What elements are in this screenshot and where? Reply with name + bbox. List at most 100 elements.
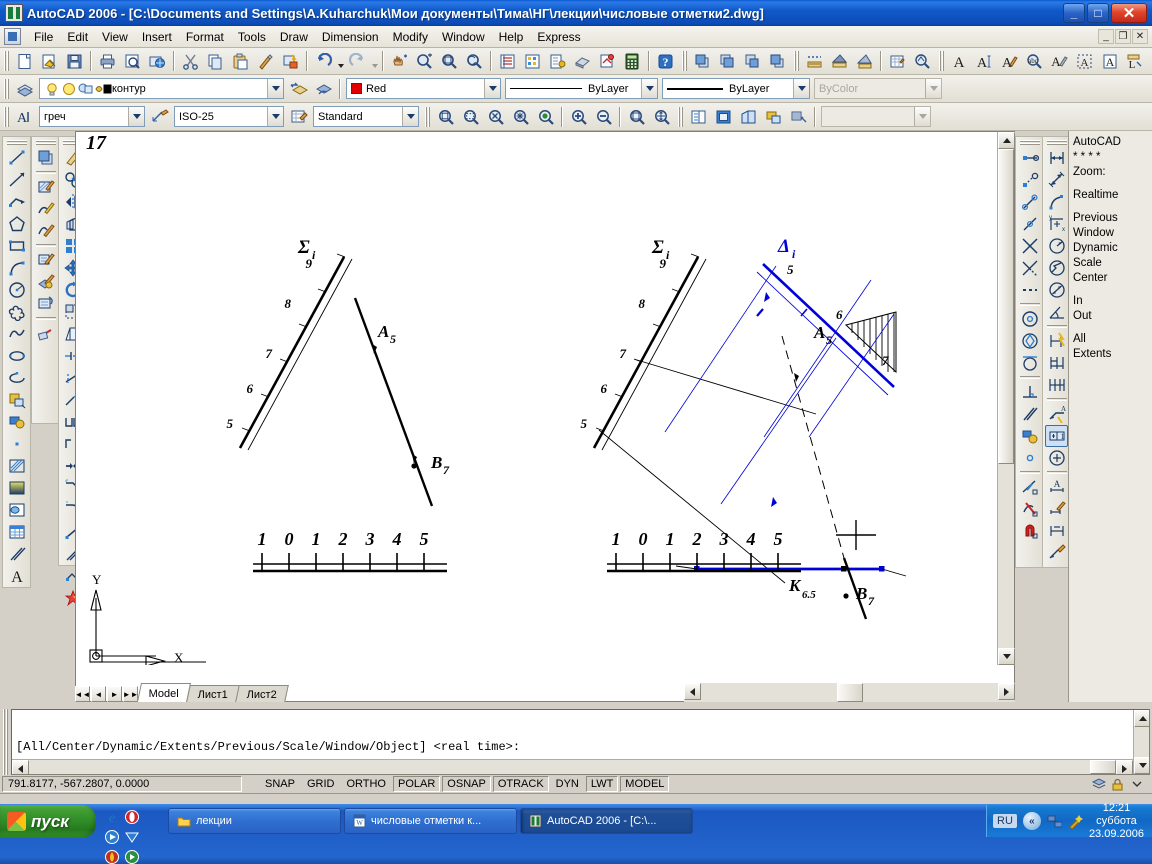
layer-manager-icon[interactable] bbox=[13, 78, 36, 100]
insert-block-icon[interactable] bbox=[5, 389, 28, 411]
status-toggle-osnap[interactable]: OSNAP bbox=[442, 776, 491, 792]
zoom-extents-icon[interactable] bbox=[650, 106, 673, 128]
start-button[interactable]: пуск bbox=[0, 805, 96, 838]
dim-style-manager-icon[interactable] bbox=[148, 106, 171, 128]
maximize-button[interactable]: □ bbox=[1087, 3, 1109, 23]
screenmenu-in[interactable]: In bbox=[1073, 294, 1152, 309]
draworder-icon[interactable] bbox=[34, 147, 57, 169]
edit-attribute-icon[interactable] bbox=[34, 249, 57, 271]
zoom-realtime-icon[interactable] bbox=[413, 50, 436, 72]
help-icon[interactable]: ? bbox=[654, 50, 677, 72]
snap-from-icon[interactable] bbox=[1018, 147, 1041, 169]
tool-palettes-icon[interactable] bbox=[546, 50, 569, 72]
tab-last-button[interactable]: ►► bbox=[123, 686, 138, 702]
snap-apparent-intersection-icon[interactable] bbox=[1018, 257, 1041, 279]
dimlinear-icon[interactable] bbox=[1045, 147, 1068, 169]
region-icon[interactable] bbox=[5, 499, 28, 521]
text-single-icon[interactable]: A bbox=[948, 50, 971, 72]
ellipse-icon[interactable] bbox=[5, 345, 28, 367]
dimaligned-icon[interactable] bbox=[1045, 169, 1068, 191]
zoom-center-icon[interactable] bbox=[509, 106, 532, 128]
table-style-combo[interactable]: Standard bbox=[313, 106, 419, 127]
text-multiline-icon[interactable]: A bbox=[973, 50, 996, 72]
cut-icon[interactable] bbox=[179, 50, 202, 72]
snap-insert-icon[interactable] bbox=[1018, 425, 1041, 447]
status-toggle-grid[interactable]: GRID bbox=[302, 776, 340, 792]
snap-settings-icon[interactable] bbox=[1018, 520, 1041, 542]
menu-dimension[interactable]: Dimension bbox=[315, 27, 386, 47]
copy-icon[interactable] bbox=[204, 50, 227, 72]
dim-style-arrow[interactable] bbox=[267, 107, 283, 126]
status-toggle-polar[interactable]: POLAR bbox=[393, 776, 441, 792]
dimjogged-icon[interactable] bbox=[1045, 257, 1068, 279]
qleader-icon[interactable]: A bbox=[1045, 403, 1068, 425]
markup-set-manager-icon[interactable] bbox=[596, 50, 619, 72]
status-toggle-lwt[interactable]: LWT bbox=[585, 776, 619, 792]
plotstyle-control-combo[interactable]: ByColor bbox=[814, 78, 942, 99]
viewport-clip-icon[interactable] bbox=[762, 106, 785, 128]
status-toggle-otrack[interactable]: OTRACK bbox=[492, 776, 549, 792]
menu-edit[interactable]: Edit bbox=[60, 27, 95, 47]
text-style-combo[interactable]: греч bbox=[39, 106, 145, 127]
gradient-icon[interactable] bbox=[5, 477, 28, 499]
close-button[interactable]: ✕ bbox=[1111, 3, 1147, 23]
mdi-restore-button[interactable]: ❐ bbox=[1115, 29, 1131, 44]
edit-hatch-icon[interactable] bbox=[34, 176, 57, 198]
snap-node-icon[interactable] bbox=[1018, 447, 1041, 469]
network-icon[interactable] bbox=[1047, 814, 1062, 828]
screenmenu-autocad[interactable]: AutoCAD bbox=[1073, 135, 1152, 150]
dimbaseline-icon[interactable] bbox=[1045, 352, 1068, 374]
open-icon[interactable] bbox=[38, 50, 61, 72]
zoom-dynamic-icon[interactable] bbox=[459, 106, 482, 128]
snap-nearest-icon[interactable] bbox=[1018, 476, 1041, 498]
toolbar-grip[interactable] bbox=[424, 106, 430, 127]
viewport-scale-icon[interactable] bbox=[787, 106, 810, 128]
text-justify-icon[interactable]: L bbox=[1123, 50, 1146, 72]
zoom-object-icon[interactable] bbox=[534, 106, 557, 128]
snap-none-icon[interactable] bbox=[1018, 498, 1041, 520]
dimarc-icon[interactable] bbox=[1045, 191, 1068, 213]
new-icon[interactable] bbox=[13, 50, 36, 72]
toolbar-grip[interactable] bbox=[1019, 139, 1040, 145]
screenmenu-zoom[interactable]: Zoom: bbox=[1073, 165, 1152, 180]
plot-preview-icon[interactable] bbox=[121, 50, 144, 72]
screenmenu-previous[interactable]: Previous bbox=[1073, 211, 1152, 226]
dimcenter-icon[interactable] bbox=[1045, 447, 1068, 469]
menu-insert[interactable]: Insert bbox=[135, 27, 179, 47]
multiline-icon[interactable] bbox=[5, 543, 28, 565]
internet-explorer-icon[interactable]: e bbox=[102, 807, 122, 827]
circle-icon[interactable] bbox=[5, 279, 28, 301]
mdi-minimize-button[interactable]: _ bbox=[1098, 29, 1114, 44]
acdsee-icon[interactable] bbox=[102, 847, 122, 864]
drawing-canvas[interactable]: 17 5 6 7 8 9 Σ i A 5 B 7 1 0 1 2 3 4 5 5… bbox=[76, 132, 994, 665]
menu-file[interactable]: File bbox=[27, 27, 60, 47]
dimstyle-manager-icon[interactable] bbox=[1045, 542, 1068, 564]
toolbar-grip[interactable] bbox=[1046, 139, 1067, 145]
screenmenu-window[interactable]: Window bbox=[1073, 226, 1152, 241]
ray-icon[interactable] bbox=[5, 169, 28, 191]
screenmenu-out[interactable]: Out bbox=[1073, 309, 1152, 324]
lineweight-combo-arrow[interactable] bbox=[793, 79, 809, 98]
status-expand-icon[interactable] bbox=[1129, 777, 1144, 791]
snap-extension-icon[interactable] bbox=[1018, 279, 1041, 301]
menu-view[interactable]: View bbox=[95, 27, 135, 47]
quickcalc-icon[interactable] bbox=[621, 50, 644, 72]
viewport-single-icon[interactable] bbox=[687, 106, 710, 128]
draworder-front-icon[interactable] bbox=[691, 50, 714, 72]
toolbar-grip[interactable] bbox=[3, 51, 9, 71]
polyline-icon[interactable] bbox=[5, 191, 28, 213]
nero-icon[interactable] bbox=[122, 847, 142, 864]
publish-icon[interactable] bbox=[146, 50, 169, 72]
polygon-icon[interactable] bbox=[5, 213, 28, 235]
dim-angular-icon[interactable] bbox=[853, 50, 876, 72]
block-editor-icon[interactable] bbox=[279, 50, 302, 72]
spline-icon[interactable] bbox=[5, 323, 28, 345]
toolbar-grip[interactable] bbox=[6, 139, 27, 145]
redo-icon[interactable] bbox=[346, 50, 369, 72]
match-properties-icon[interactable] bbox=[254, 50, 277, 72]
toolbar-grip[interactable] bbox=[681, 51, 687, 71]
dimupdate-icon[interactable] bbox=[1045, 520, 1068, 542]
command-text-area[interactable]: [All/Center/Dynamic/Extents/Previous/Sca… bbox=[11, 709, 1150, 775]
magic-wand-icon[interactable] bbox=[1068, 814, 1083, 829]
snap-tangent-icon[interactable] bbox=[1018, 352, 1041, 374]
